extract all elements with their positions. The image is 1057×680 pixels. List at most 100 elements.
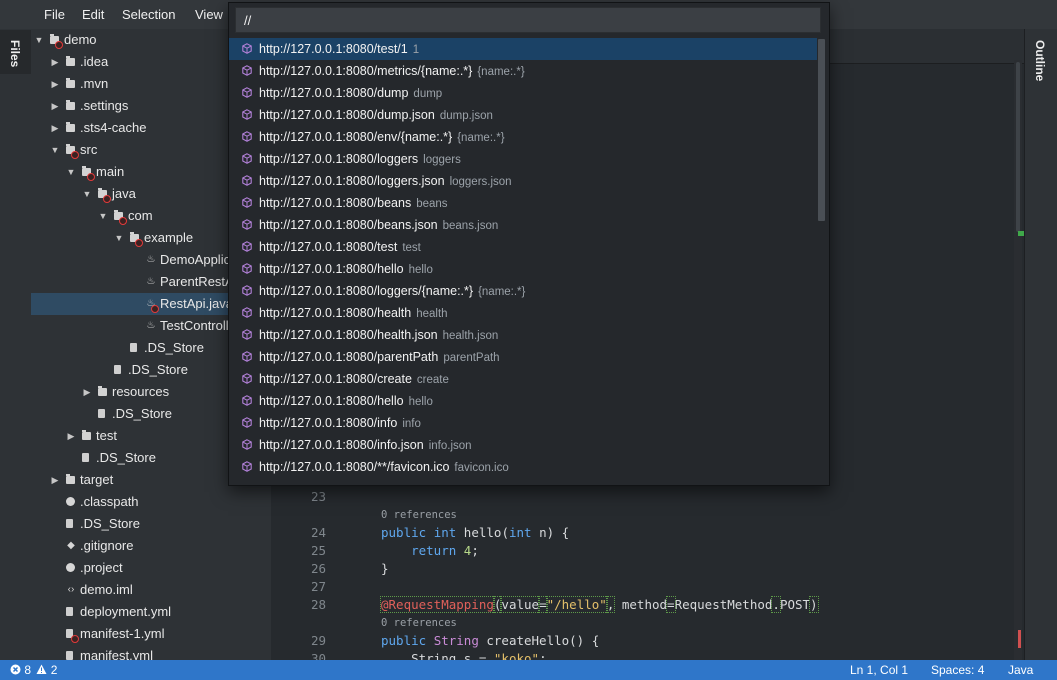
quick-open-item[interactable]: http://127.0.0.1:8080/beans beans — [229, 192, 817, 214]
chevron-down-icon[interactable]: ▼ — [98, 205, 108, 227]
quick-open-item-label: http://127.0.0.1:8080/dump.json dump.json — [259, 104, 493, 127]
tree-item[interactable]: manifest-1.yml — [31, 623, 271, 645]
quick-open-item[interactable]: http://127.0.0.1:8080/health health — [229, 302, 817, 324]
yaml-file-icon — [66, 651, 73, 660]
quick-open-item[interactable]: http://127.0.0.1:8080/**/favicon.ico favi… — [229, 456, 817, 478]
endpoint-url: http://127.0.0.1:8080/env/{name:.*} — [259, 130, 453, 144]
menu-view[interactable]: View — [195, 7, 223, 22]
tree-item-label: .project — [80, 560, 123, 575]
quick-open-item-label: http://127.0.0.1:8080/beans beans — [259, 192, 448, 215]
tree-item[interactable]: ‹› demo.iml — [31, 579, 271, 601]
quick-open-item[interactable]: http://127.0.0.1:8080/test test — [229, 236, 817, 258]
symbol-cube-icon — [242, 263, 252, 274]
symbol-cube-icon — [242, 219, 252, 230]
quick-open-scrollbar[interactable] — [818, 39, 825, 221]
language-mode[interactable]: Java — [1008, 660, 1033, 680]
tree-item-label: java — [112, 186, 136, 201]
git-file-icon: ◆ — [67, 540, 75, 551]
endpoint-description: beans — [416, 198, 448, 210]
chevron-down-icon[interactable]: ▼ — [114, 227, 124, 249]
code-text: return 4; — [411, 543, 479, 558]
chevron-right-icon[interactable]: ▶ — [50, 51, 60, 73]
code-line: 29 public String createHello() { — [271, 632, 1024, 650]
endpoint-description: loggers — [423, 154, 461, 166]
symbol-cube-icon — [242, 65, 252, 76]
tree-item[interactable]: manifest.yml — [31, 645, 271, 660]
symbol-cube-icon — [242, 241, 252, 252]
references-codelens[interactable]: 0 references — [381, 614, 457, 632]
quick-open-item-label: http://127.0.0.1:8080/parentPath parentPa… — [259, 346, 500, 369]
quick-open-item[interactable]: http://127.0.0.1:8080/loggers.json logger… — [229, 170, 817, 192]
chevron-down-icon[interactable]: ▼ — [34, 29, 44, 51]
chevron-right-icon[interactable]: ▶ — [50, 95, 60, 117]
menu-edit[interactable]: Edit — [82, 7, 104, 22]
chevron-down-icon[interactable]: ▼ — [50, 139, 60, 161]
left-side-panel-strip — [0, 29, 32, 660]
quick-open-item-label: http://127.0.0.1:8080/hello hello — [259, 390, 433, 413]
endpoint-description: health — [416, 308, 448, 320]
quick-open-item-label: http://127.0.0.1:8080/info.json info.json — [259, 434, 472, 457]
tree-item-label: demo.iml — [80, 582, 133, 597]
endpoint-description: info.json — [428, 440, 472, 452]
chevron-right-icon[interactable]: ▶ — [50, 117, 60, 139]
code-text: } — [381, 561, 389, 576]
quick-open-item[interactable]: http://127.0.0.1:8080/env/{name:.*} {name… — [229, 126, 817, 148]
chevron-down-icon[interactable]: ▼ — [82, 183, 92, 205]
tree-item[interactable]: .classpath — [31, 491, 271, 513]
quick-open-item-label: http://127.0.0.1:8080/hello hello — [259, 258, 433, 281]
tree-item[interactable]: ◆ .gitignore — [31, 535, 271, 557]
quick-open-item[interactable]: http://127.0.0.1:8080/parentPath parentPa… — [229, 346, 817, 368]
quick-open-item-label: http://127.0.0.1:8080/beans.json beans.js… — [259, 214, 498, 237]
quick-open-item[interactable]: http://127.0.0.1:8080/loggers loggers — [229, 148, 817, 170]
error-badge-icon — [71, 635, 79, 643]
tree-item[interactable]: deployment.yml — [31, 601, 271, 623]
chevron-right-icon[interactable]: ▶ — [66, 425, 76, 447]
indentation-setting[interactable]: Spaces: 4 — [931, 660, 984, 680]
code-line: 28 @RequestMapping(value="/hello", metho… — [271, 596, 1024, 614]
tree-item[interactable]: .DS_Store — [31, 513, 271, 535]
code-text: public int hello(int n) { — [381, 525, 570, 540]
quick-open-item[interactable]: http://127.0.0.1:8080/loggers/{name:.*} {… — [229, 280, 817, 302]
endpoint-description: dump.json — [439, 110, 493, 122]
chevron-down-icon[interactable]: ▼ — [66, 161, 76, 183]
editor-scrollbar-thumb[interactable] — [1016, 62, 1020, 232]
quick-open-item[interactable]: http://127.0.0.1:8080/metrics/{name:.*} {… — [229, 60, 817, 82]
line-number: 30 — [310, 651, 326, 660]
problems-indicator[interactable]: 8 2 — [10, 660, 57, 680]
error-badge-icon — [71, 151, 79, 159]
quick-open-item[interactable]: http://127.0.0.1:8080/test/1 1 — [229, 38, 817, 60]
line-number: 27 — [310, 579, 326, 594]
symbol-cube-icon — [242, 153, 252, 164]
tree-item-label: TestControlle — [160, 318, 236, 333]
chevron-right-icon[interactable]: ▶ — [82, 381, 92, 403]
quick-open-item-label: http://127.0.0.1:8080/env/{name:.*} {name… — [259, 126, 505, 149]
tree-item-label: .DS_Store — [96, 450, 156, 465]
chevron-right-icon[interactable]: ▶ — [50, 73, 60, 95]
line-number: 23 — [310, 489, 326, 504]
quick-open-item[interactable]: http://127.0.0.1:8080/info info — [229, 412, 817, 434]
menu-file[interactable]: File — [44, 7, 65, 22]
menu-selection[interactable]: Selection — [122, 7, 175, 22]
tree-item[interactable]: .project — [31, 557, 271, 579]
endpoint-url: http://127.0.0.1:8080/test — [259, 240, 398, 254]
endpoint-description: health.json — [442, 330, 499, 342]
symbol-cube-icon — [242, 197, 252, 208]
quick-open-item[interactable]: http://127.0.0.1:8080/info.json info.json — [229, 434, 817, 456]
quick-open-item-label: http://127.0.0.1:8080/metrics/{name:.*} {… — [259, 60, 525, 83]
code-line: 23 — [271, 488, 1024, 506]
chevron-right-icon[interactable]: ▶ — [50, 469, 60, 491]
quick-open-input[interactable] — [235, 7, 821, 33]
cursor-position[interactable]: Ln 1, Col 1 — [850, 660, 908, 680]
quick-open-item[interactable]: http://127.0.0.1:8080/hello hello — [229, 390, 817, 412]
quick-open-item[interactable]: http://127.0.0.1:8080/create create — [229, 368, 817, 390]
quick-open-item[interactable]: http://127.0.0.1:8080/dump.json dump.json — [229, 104, 817, 126]
folder-icon — [66, 78, 75, 88]
quick-open-item[interactable]: http://127.0.0.1:8080/health.json health.… — [229, 324, 817, 346]
quick-open-item[interactable]: http://127.0.0.1:8080/dump dump — [229, 82, 817, 104]
quick-open-item[interactable]: http://127.0.0.1:8080/hello hello — [229, 258, 817, 280]
symbol-cube-icon — [242, 395, 252, 406]
outline-tab[interactable]: Outline — [1033, 40, 1047, 81]
files-panel-tab[interactable]: Files — [0, 30, 31, 74]
quick-open-item[interactable]: http://127.0.0.1:8080/beans.json beans.js… — [229, 214, 817, 236]
references-codelens[interactable]: 0 references — [381, 506, 457, 524]
